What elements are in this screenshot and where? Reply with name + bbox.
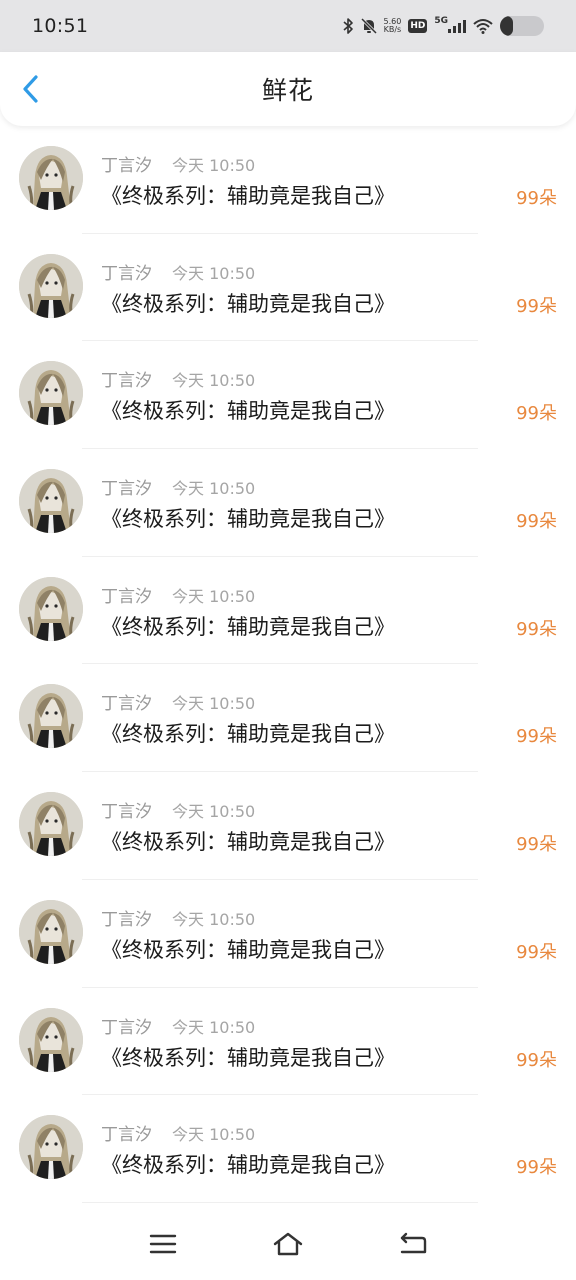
book-title: 《终极系列：辅助竟是我自己》 [101,830,395,855]
list-item[interactable]: 丁言汐 今天 10:50 《终极系列：辅助竟是我自己》 99朵 [0,772,576,880]
sender-name: 丁言汐 [101,1017,152,1038]
list-item[interactable]: 丁言汐 今天 10:50 《终极系列：辅助竟是我自己》 99朵 [0,234,576,342]
row-divider [82,1201,478,1203]
battery-level [500,16,514,36]
list-item[interactable]: 丁言汐 今天 10:50 《终极系列：辅助竟是我自己》 99朵 [0,126,576,234]
flower-count: 99朵 [516,941,557,963]
hd-badge: HD [408,19,428,33]
avatar[interactable] [19,1007,83,1072]
page-title: 鲜花 [261,76,314,105]
flower-count: 99朵 [516,511,557,533]
book-title: 《终极系列：辅助竟是我自己》 [101,614,395,639]
flower-count: 99朵 [516,618,557,640]
book-title: 《终极系列：辅助竟是我自己》 [101,722,395,747]
back-button[interactable] [14,72,48,106]
system-nav-bar [0,1208,576,1280]
send-time: 今天 10:50 [172,1017,256,1037]
flower-count: 99朵 [516,295,557,317]
flower-count: 99朵 [516,1049,557,1071]
net-speed: 5.60 KB/s [384,18,402,34]
bluetooth-icon [342,17,354,35]
list-item[interactable]: 丁言汐 今天 10:50 《终极系列：辅助竟是我自己》 99朵 [0,1095,576,1203]
back-nav-button[interactable] [391,1222,435,1266]
mute-icon [360,17,377,35]
avatar[interactable] [19,361,83,426]
send-time: 今天 10:50 [172,909,256,929]
book-title: 《终极系列：辅助竟是我自己》 [101,1153,395,1178]
list-item[interactable]: 丁言汐 今天 10:50 《终极系列：辅助竟是我自己》 99朵 [0,449,576,557]
flower-list: 丁言汐 今天 10:50 《终极系列：辅助竟是我自己》 99朵 丁言汐 今天 1… [0,126,576,1203]
status-icons: 5.60 KB/s HD 5G [342,16,544,36]
list-item[interactable]: 丁言汐 今天 10:50 《终极系列：辅助竟是我自己》 99朵 [0,664,576,773]
list-item[interactable]: 丁言汐 今天 10:50 《终极系列：辅助竟是我自己》 99朵 [0,988,576,1096]
send-time: 今天 10:50 [172,263,256,283]
signal-icon: 5G [434,16,466,33]
avatar[interactable] [19,146,83,210]
send-time: 今天 10:50 [172,371,256,391]
status-bar: 10:51 5.60 KB/s HD 5G [0,0,576,52]
back-icon [401,1232,427,1254]
send-time: 今天 10:50 [172,1125,256,1145]
book-title: 《终极系列：辅助竟是我自己》 [101,937,395,962]
list-item[interactable]: 丁言汐 今天 10:50 《终极系列：辅助竟是我自己》 99朵 [0,880,576,988]
battery-icon [500,16,544,36]
wifi-icon [473,18,493,34]
send-time: 今天 10:50 [172,694,256,714]
sender-name: 丁言汐 [101,694,152,715]
sender-name: 丁言汐 [101,1125,152,1146]
book-title: 《终极系列：辅助竟是我自己》 [101,1045,395,1070]
sender-name: 丁言汐 [101,371,152,392]
book-title: 《终极系列：辅助竟是我自己》 [101,291,395,316]
flower-count: 99朵 [516,188,557,209]
send-time: 今天 10:50 [172,156,256,175]
avatar[interactable] [19,253,83,318]
list-item[interactable]: 丁言汐 今天 10:50 《终极系列：辅助竟是我自己》 99朵 [0,341,576,450]
home-icon [273,1232,303,1256]
app-header: 鲜花 [0,52,576,126]
list-item[interactable]: 丁言汐 今天 10:50 《终极系列：辅助竟是我自己》 99朵 [0,557,576,665]
send-time: 今天 10:50 [172,802,256,822]
send-time: 今天 10:50 [172,586,256,606]
sender-name: 丁言汐 [101,263,152,284]
avatar[interactable] [19,576,83,641]
flower-count: 99朵 [516,403,557,425]
avatar[interactable] [19,684,83,749]
avatar[interactable] [19,469,83,534]
book-title: 《终极系列：辅助竟是我自己》 [101,399,395,424]
home-button[interactable] [266,1222,310,1266]
flower-count: 99朵 [516,1157,557,1179]
network-type-label: 5G [434,16,448,26]
menu-button[interactable] [141,1222,185,1266]
net-speed-unit: KB/s [383,25,402,34]
menu-icon [149,1234,176,1254]
sender-name: 丁言汐 [101,479,152,500]
book-title: 《终极系列：辅助竟是我自己》 [101,184,395,208]
status-time: 10:51 [32,15,89,37]
sender-name: 丁言汐 [101,802,152,823]
avatar[interactable] [19,1115,83,1180]
avatar[interactable] [19,792,83,857]
book-title: 《终极系列：辅助竟是我自己》 [101,507,395,532]
avatar[interactable] [19,899,83,964]
sender-name: 丁言汐 [101,586,152,607]
sender-name: 丁言汐 [101,909,152,930]
flower-count: 99朵 [516,726,557,748]
sender-name: 丁言汐 [101,156,152,176]
send-time: 今天 10:50 [172,479,256,499]
chevron-left-icon [23,75,38,103]
flower-count: 99朵 [516,834,557,856]
